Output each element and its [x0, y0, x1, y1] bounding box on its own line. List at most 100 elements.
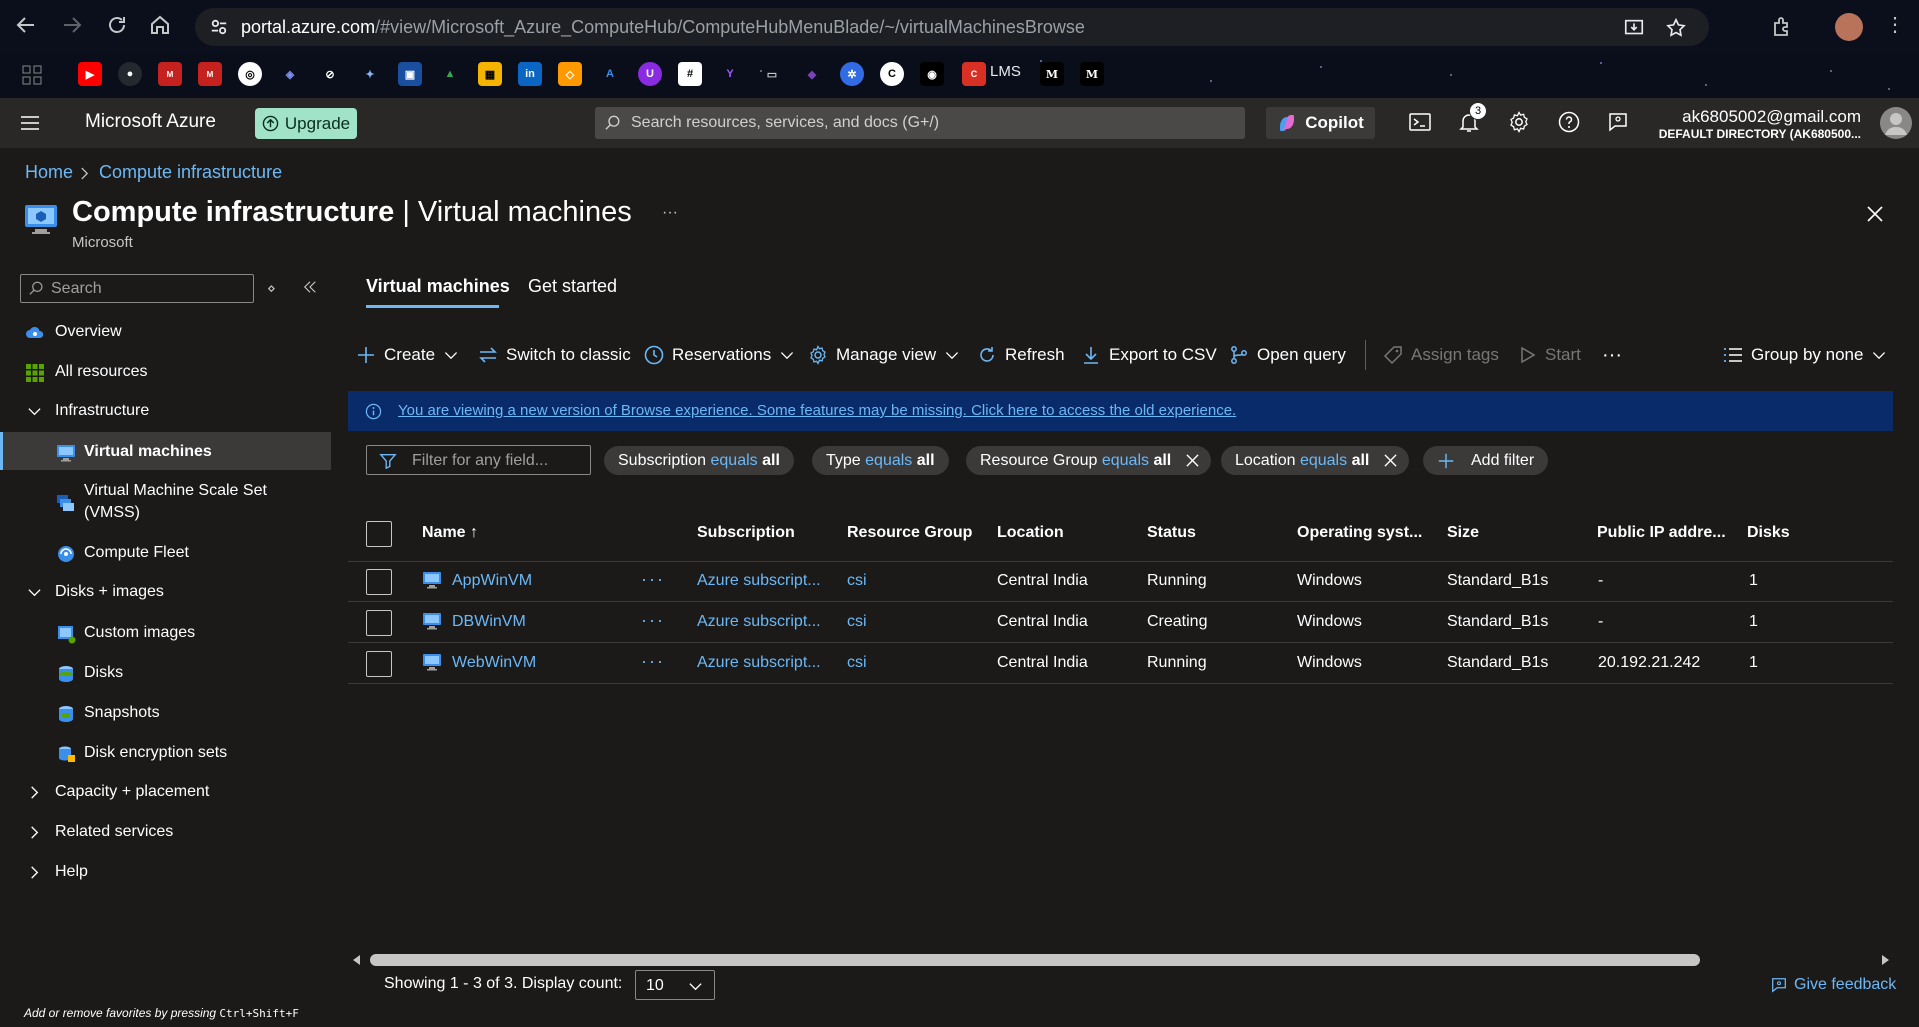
- gmail-icon[interactable]: M: [198, 62, 222, 86]
- resource-group-link[interactable]: csi: [847, 613, 867, 631]
- expand-collapse-icon[interactable]: ⋄: [267, 280, 276, 297]
- scroll-right-icon[interactable]: [1880, 955, 1890, 965]
- global-search-input[interactable]: Search resources, services, and docs (G+…: [595, 107, 1245, 139]
- linkedin-icon[interactable]: in: [518, 62, 542, 86]
- vm-name-link[interactable]: WebWinVM: [452, 654, 536, 672]
- sidebar-item-all-resources[interactable]: All resources: [0, 363, 330, 385]
- sidebar-item-vmss[interactable]: Virtual Machine Scale Set (VMSS): [0, 482, 330, 526]
- assign-tags-button[interactable]: Assign tags: [1383, 342, 1499, 368]
- row-more-button[interactable]: ···: [641, 651, 665, 672]
- open-query-button[interactable]: Open query: [1229, 342, 1346, 368]
- sidebar-group-capacity-placement[interactable]: Capacity + placement: [0, 783, 330, 805]
- bookmark-icon[interactable]: Y: [718, 62, 742, 86]
- bookmark-icon[interactable]: C: [880, 62, 904, 86]
- hamburger-menu-icon[interactable]: [20, 113, 40, 133]
- app-title[interactable]: Microsoft Azure: [85, 111, 216, 133]
- reservations-button[interactable]: Reservations: [644, 342, 795, 368]
- account-directory[interactable]: DEFAULT DIRECTORY (AK680500...: [1659, 127, 1861, 141]
- azure-bookmark-icon[interactable]: A: [598, 62, 622, 86]
- apps-grid-icon[interactable]: [22, 65, 42, 85]
- subscription-link[interactable]: Azure subscript...: [697, 613, 821, 631]
- column-header-disks[interactable]: Disks: [1747, 524, 1790, 542]
- column-header-subscription[interactable]: Subscription: [697, 524, 795, 542]
- filter-pill-resource-group[interactable]: Resource Group equals all: [966, 446, 1212, 475]
- browser-menu-icon[interactable]: ⋮: [1885, 15, 1905, 35]
- account-email[interactable]: ak6805002@gmail.com: [1682, 107, 1861, 127]
- row-checkbox[interactable]: [366, 569, 392, 595]
- gemini-icon[interactable]: ✦: [358, 62, 382, 86]
- install-app-icon[interactable]: [1623, 17, 1645, 39]
- sidebar-item-custom-images[interactable]: Custom images: [0, 624, 330, 646]
- add-filter-button[interactable]: Add filter: [1423, 446, 1549, 475]
- sidebar-group-infrastructure[interactable]: Infrastructure: [0, 402, 330, 424]
- toolbar-more-button[interactable]: ···: [1602, 342, 1622, 368]
- feedback-icon[interactable]: [1606, 110, 1632, 136]
- column-header-name[interactable]: Name ↑: [422, 524, 478, 542]
- bookmark-icon[interactable]: #: [678, 62, 702, 86]
- lms-icon[interactable]: C: [962, 62, 986, 86]
- site-info-icon[interactable]: [209, 18, 229, 36]
- bookmark-icon[interactable]: ◉: [920, 62, 944, 86]
- row-checkbox[interactable]: [366, 651, 392, 677]
- google-drive-icon[interactable]: ▲: [438, 62, 462, 86]
- medium-icon[interactable]: M: [1040, 62, 1064, 86]
- resource-group-link[interactable]: csi: [847, 572, 867, 590]
- start-button[interactable]: Start: [1517, 342, 1581, 368]
- copilot-button[interactable]: Copilot: [1266, 107, 1375, 139]
- github-icon[interactable]: ●: [118, 62, 142, 86]
- sidebar-item-disks[interactable]: Disks: [0, 664, 330, 686]
- manage-view-button[interactable]: Manage view: [808, 342, 960, 368]
- sidebar-item-overview[interactable]: Overview: [0, 323, 330, 345]
- filter-input[interactable]: Filter for any field...: [366, 445, 591, 475]
- bookmark-icon[interactable]: ◈: [278, 62, 302, 86]
- resource-group-link[interactable]: csi: [847, 654, 867, 672]
- cloud-shell-icon[interactable]: [1408, 110, 1434, 136]
- help-icon[interactable]: [1557, 110, 1583, 136]
- row-more-button[interactable]: ···: [641, 610, 665, 631]
- account-avatar[interactable]: [1880, 107, 1912, 139]
- upgrade-button[interactable]: Upgrade: [255, 108, 357, 139]
- switch-to-classic-button[interactable]: Switch to classic: [478, 342, 631, 368]
- filter-pill-location[interactable]: Location equals all: [1221, 446, 1410, 475]
- sidebar-item-disk-encryption-sets[interactable]: Disk encryption sets: [0, 744, 330, 766]
- export-csv-button[interactable]: Export to CSV: [1081, 342, 1217, 368]
- vm-name-link[interactable]: DBWinVM: [452, 613, 526, 631]
- refresh-button[interactable]: Refresh: [977, 342, 1065, 368]
- bookmark-icon[interactable]: ⊘: [318, 62, 342, 86]
- breadcrumb-compute-infrastructure[interactable]: Compute infrastructure: [99, 162, 282, 183]
- terraform-icon[interactable]: ◆: [800, 62, 824, 86]
- folder-icon[interactable]: ▭: [760, 62, 784, 86]
- select-all-checkbox[interactable]: [366, 521, 392, 547]
- column-header-size[interactable]: Size: [1447, 524, 1479, 542]
- remove-filter-icon[interactable]: [1186, 454, 1199, 467]
- scroll-left-icon[interactable]: [352, 955, 362, 965]
- bookmark-icon[interactable]: ▦: [478, 62, 502, 86]
- sidebar-group-help[interactable]: Help: [0, 863, 330, 885]
- extensions-icon[interactable]: [1770, 15, 1794, 39]
- bookmark-star-icon[interactable]: [1665, 17, 1687, 39]
- aws-icon[interactable]: ◇: [558, 62, 582, 86]
- breadcrumb-home[interactable]: Home: [25, 162, 73, 183]
- openai-icon[interactable]: ◎: [238, 62, 262, 86]
- sidebar-group-disks-images[interactable]: Disks + images: [0, 583, 330, 605]
- tab-get-started[interactable]: Get started: [528, 276, 617, 297]
- row-more-button[interactable]: ···: [641, 569, 665, 590]
- horizontal-scrollbar[interactable]: [348, 951, 1894, 969]
- back-icon[interactable]: [14, 13, 42, 41]
- vm-name-link[interactable]: AppWinVM: [452, 572, 532, 590]
- column-header-status[interactable]: Status: [1147, 524, 1196, 542]
- home-icon[interactable]: [148, 13, 176, 41]
- old-experience-link[interactable]: You are viewing a new version of Browse …: [398, 402, 1236, 419]
- collapse-sidebar-icon[interactable]: [303, 280, 317, 294]
- sidebar-search-input[interactable]: Search: [20, 274, 254, 303]
- remove-filter-icon[interactable]: [1384, 454, 1397, 467]
- sidebar-group-related-services[interactable]: Related services: [0, 823, 330, 845]
- group-by-button[interactable]: Group by none: [1723, 342, 1887, 368]
- row-checkbox[interactable]: [366, 610, 392, 636]
- profile-avatar[interactable]: [1835, 13, 1863, 41]
- gmail-icon[interactable]: M: [158, 62, 182, 86]
- tab-virtual-machines[interactable]: Virtual machines: [366, 276, 510, 297]
- sidebar-item-compute-fleet[interactable]: Compute Fleet: [0, 544, 330, 566]
- sidebar-item-snapshots[interactable]: Snapshots: [0, 704, 330, 726]
- medium-icon[interactable]: M: [1080, 62, 1104, 86]
